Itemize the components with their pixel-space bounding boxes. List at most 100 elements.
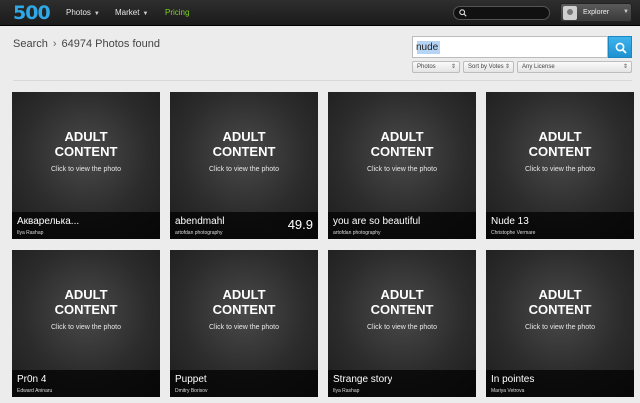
photo-author[interactable]: Ilya Rashap — [17, 230, 43, 236]
photo-caption: Strange story Ilya Rashap — [328, 370, 476, 397]
click-to-view-text: Click to view the photo — [208, 166, 280, 173]
photo-tile[interactable]: ADULT CONTENT Click to view the photo abend… — [170, 92, 318, 239]
photo-score: 49.9 — [287, 217, 313, 232]
photo-title[interactable]: Nude 13 — [491, 215, 529, 228]
breadcrumb: Search › 64974 Photos found — [13, 37, 160, 51]
adult-heading-line1: ADULT — [538, 129, 582, 144]
top-search-field[interactable] — [453, 6, 550, 20]
caret-down-icon: ▼ — [142, 11, 149, 17]
photo-author[interactable]: Mariya Vetrova — [491, 388, 524, 394]
photo-author[interactable]: artofdan photography — [175, 230, 223, 236]
adult-heading-line2: CONTENT — [54, 302, 118, 317]
adult-heading-line1: ADULT — [380, 287, 424, 302]
photo-title[interactable]: Puppet — [175, 373, 207, 386]
search-icon — [615, 42, 627, 54]
click-to-view-text: Click to view the photo — [366, 324, 438, 331]
adult-heading-line1: ADULT — [64, 287, 108, 302]
filter-sort-value: Sort by Votes — [468, 64, 504, 70]
adult-heading-line1: ADULT — [222, 287, 266, 302]
adult-heading-line2: CONTENT — [212, 302, 276, 317]
nav-market[interactable]: Market ▼ — [115, 7, 148, 20]
filter-sort-select[interactable]: Sort by Votes ⇕ — [463, 61, 514, 73]
photo-tile[interactable]: ADULT CONTENT Click to view the photo you a… — [328, 92, 476, 239]
photo-caption: Puppet Dmitry Borisov — [170, 370, 318, 397]
adult-heading-line1: ADULT — [538, 287, 582, 302]
photo-title[interactable]: abendmahl — [175, 215, 224, 228]
photo-tile[interactable]: ADULT CONTENT Click to view the photo In po… — [486, 250, 634, 397]
caret-down-icon: ▼ — [623, 9, 629, 15]
adult-heading-line2: CONTENT — [54, 144, 118, 159]
search-icon — [459, 9, 467, 17]
filter-type-value: Photos — [417, 64, 436, 70]
updown-arrow-icon: ⇕ — [504, 64, 510, 70]
photo-title[interactable]: Strange story — [333, 373, 392, 386]
photo-author[interactable]: artofdan photography — [333, 230, 381, 236]
top-navigation-bar: 500 Photos ▼ Market ▼ Pricing Explorer ▼ — [0, 0, 640, 26]
click-to-view-text: Click to view the photo — [524, 324, 596, 331]
adult-heading-line2: CONTENT — [370, 302, 434, 317]
photo-title[interactable]: Акварелька... — [17, 215, 79, 228]
adult-heading-line1: ADULT — [64, 129, 108, 144]
click-to-view-text: Click to view the photo — [50, 324, 122, 331]
photo-caption: In pointes Mariya Vetrova — [486, 370, 634, 397]
adult-content-heading: ADULT CONTENT — [328, 129, 476, 159]
photo-caption: Pr0n 4 Edward Aninaru — [12, 370, 160, 397]
adult-heading-line2: CONTENT — [370, 144, 434, 159]
click-to-view-text: Click to view the photo — [366, 166, 438, 173]
nav-photos[interactable]: Photos ▼ — [66, 7, 100, 20]
photo-author[interactable]: Ilya Rashap — [333, 388, 359, 394]
adult-heading-line2: CONTENT — [528, 302, 592, 317]
photo-title[interactable]: you are so beautiful — [333, 215, 420, 228]
filter-type-select[interactable]: Photos ⇕ — [412, 61, 460, 73]
photo-caption: abendmahl artofdan photography 49.9 — [170, 212, 318, 239]
adult-heading-line1: ADULT — [222, 129, 266, 144]
adult-content-heading: ADULT CONTENT — [170, 129, 318, 159]
photo-caption: Nude 13 Christophe Vermare — [486, 212, 634, 239]
top-search-input[interactable] — [470, 8, 546, 18]
filter-license-select[interactable]: Any License ⇕ — [517, 61, 632, 73]
adult-heading-line1: ADULT — [380, 129, 424, 144]
photo-tile[interactable]: ADULT CONTENT Click to view the photo Pr0n … — [12, 250, 160, 397]
nav-market-label: Market — [115, 8, 140, 17]
adult-content-heading: ADULT CONTENT — [486, 129, 634, 159]
user-name: Explorer — [583, 9, 610, 16]
adult-heading-line2: CONTENT — [212, 144, 276, 159]
nav-photos-label: Photos — [66, 8, 91, 17]
updown-arrow-icon: ⇕ — [622, 64, 628, 70]
nav-pricing-label: Pricing — [165, 8, 190, 17]
chevron-right-icon: › — [52, 38, 57, 50]
adult-content-heading: ADULT CONTENT — [12, 287, 160, 317]
photo-author[interactable]: Christophe Vermare — [491, 230, 535, 236]
adult-content-heading: ADULT CONTENT — [328, 287, 476, 317]
click-to-view-text: Click to view the photo — [208, 324, 280, 331]
caret-down-icon: ▼ — [93, 11, 100, 17]
photo-tile[interactable]: ADULT CONTENT Click to view the photo Stran… — [328, 250, 476, 397]
user-menu-button[interactable]: Explorer ▼ — [560, 3, 632, 22]
updown-arrow-icon: ⇕ — [450, 64, 456, 70]
photo-tile[interactable]: ADULT CONTENT Click to view the photo Nude … — [486, 92, 634, 239]
nav-pricing[interactable]: Pricing — [165, 7, 189, 19]
adult-heading-line2: CONTENT — [528, 144, 592, 159]
site-logo[interactable]: 500 — [13, 2, 51, 24]
photo-tile[interactable]: ADULT CONTENT Click to view the photo Аквар… — [12, 92, 160, 239]
result-count: 64974 Photos found — [61, 38, 161, 50]
search-box[interactable] — [412, 36, 608, 58]
photo-caption: Акварелька... Ilya Rashap — [12, 212, 160, 239]
photo-author[interactable]: Dmitry Borisov — [175, 388, 208, 394]
search-input[interactable] — [416, 40, 601, 54]
photo-author[interactable]: Edward Aninaru — [17, 388, 52, 394]
photo-title[interactable]: Pr0n 4 — [17, 373, 46, 386]
adult-content-heading: ADULT CONTENT — [486, 287, 634, 317]
photo-title[interactable]: In pointes — [491, 373, 534, 386]
photo-tile[interactable]: ADULT CONTENT Click to view the photo Puppe… — [170, 250, 318, 397]
adult-content-heading: ADULT CONTENT — [12, 129, 160, 159]
avatar — [563, 6, 577, 20]
header-divider — [13, 80, 632, 81]
click-to-view-text: Click to view the photo — [50, 166, 122, 173]
filter-license-value: Any License — [522, 64, 555, 70]
click-to-view-text: Click to view the photo — [524, 166, 596, 173]
photo-caption: you are so beautiful artofdan photography — [328, 212, 476, 239]
adult-content-heading: ADULT CONTENT — [170, 287, 318, 317]
search-button[interactable] — [608, 36, 632, 58]
breadcrumb-search-link[interactable]: Search — [13, 38, 48, 50]
